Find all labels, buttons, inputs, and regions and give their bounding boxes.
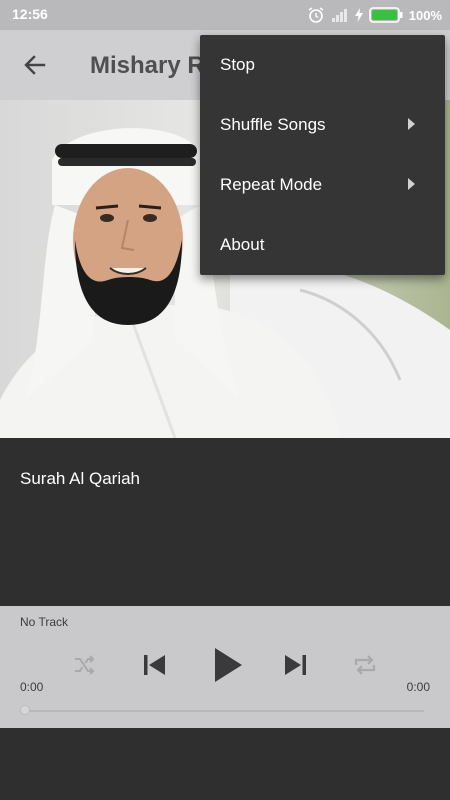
- menu-item-label: Repeat Mode: [220, 175, 323, 194]
- signal-icon: [331, 9, 347, 22]
- menu-item-label: Stop: [220, 55, 255, 74]
- overflow-menu: Stop Shuffle Songs Repeat Mode About: [200, 35, 445, 275]
- seek-bar[interactable]: [24, 710, 424, 712]
- play-icon[interactable]: [212, 647, 244, 683]
- submenu-arrow-icon: [408, 118, 415, 130]
- page-title: Mishary R: [90, 52, 205, 79]
- repeat-icon[interactable]: [352, 653, 378, 677]
- menu-item-label: Shuffle Songs: [220, 115, 326, 134]
- previous-icon[interactable]: [141, 653, 167, 677]
- menu-item-repeat-mode[interactable]: Repeat Mode: [200, 155, 445, 215]
- arrow-left-icon[interactable]: [22, 52, 48, 78]
- shuffle-icon[interactable]: [72, 653, 96, 677]
- status-time: 12:56: [12, 6, 48, 22]
- status-bar: 12:56 100%: [0, 0, 450, 30]
- status-icons: 100%: [307, 6, 442, 24]
- player-panel: No Track 0:00 0:00: [0, 606, 450, 728]
- track-title: Surah Al Qariah: [20, 469, 141, 488]
- menu-item-about[interactable]: About: [200, 215, 445, 275]
- elapsed-time: 0:00: [20, 680, 44, 694]
- battery-icon: [368, 7, 403, 23]
- bottom-area: [0, 728, 450, 800]
- menu-item-stop[interactable]: Stop: [200, 35, 445, 95]
- charging-icon: [354, 8, 363, 22]
- player-status: No Track: [20, 615, 69, 629]
- seek-thumb[interactable]: [20, 705, 30, 715]
- submenu-arrow-icon: [408, 178, 415, 190]
- alarm-icon: [308, 7, 324, 23]
- battery-percent: 100%: [408, 7, 442, 23]
- menu-item-label: About: [220, 235, 265, 254]
- next-icon[interactable]: [283, 653, 309, 677]
- menu-item-shuffle-songs[interactable]: Shuffle Songs: [200, 95, 445, 155]
- total-time: 0:00: [406, 680, 430, 694]
